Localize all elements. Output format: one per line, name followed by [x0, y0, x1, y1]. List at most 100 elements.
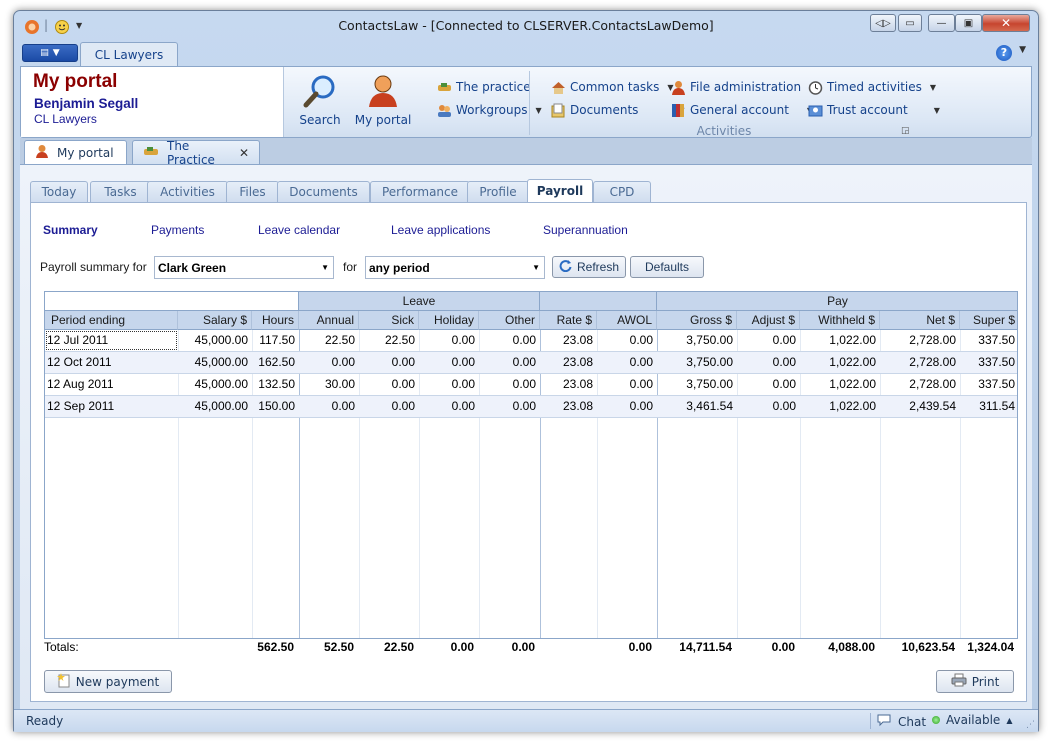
- tab-performance[interactable]: Performance: [370, 181, 470, 202]
- table-row[interactable]: 12 Aug 2011 45,000.00 132.50 30.00 0.00 …: [45, 374, 1017, 396]
- new-document-icon: [56, 672, 71, 691]
- person-select[interactable]: Clark Green ▼: [154, 256, 334, 279]
- dialog-launcher-icon[interactable]: ◲: [901, 126, 910, 136]
- col-annual[interactable]: Annual: [299, 311, 359, 330]
- period-select[interactable]: any period ▼: [365, 256, 545, 279]
- workgroups-button[interactable]: Workgroups ▼: [437, 100, 542, 120]
- help-icon[interactable]: ?: [996, 45, 1012, 61]
- total-awol: 0.00: [628, 640, 652, 654]
- sub-link-summary[interactable]: Summary: [43, 223, 98, 237]
- tab-activities[interactable]: Activities: [147, 181, 228, 202]
- table-row[interactable]: 12 Jul 2011 45,000.00 117.50 22.50 22.50…: [45, 330, 1017, 352]
- col-awol[interactable]: AWOL: [597, 311, 657, 330]
- timed-activities-button[interactable]: Timed activities ▼: [808, 77, 936, 97]
- tab-tasks[interactable]: Tasks: [90, 181, 151, 202]
- content-area: Today Tasks Activities Files Documents P…: [20, 164, 1032, 709]
- cell-period-ending[interactable]: 12 Sep 2011: [45, 396, 178, 417]
- close-icon[interactable]: ✕: [239, 146, 249, 160]
- my-portal-button[interactable]: My portal: [354, 71, 412, 133]
- chevron-down-icon[interactable]: ▼: [1019, 45, 1026, 55]
- presence-button[interactable]: Available ▲: [932, 713, 1012, 727]
- restore-layout-button[interactable]: ◁▷: [870, 14, 896, 32]
- cell-period-ending[interactable]: 12 Jul 2011: [45, 330, 178, 351]
- file-administration-button[interactable]: File administration ▼: [671, 77, 815, 97]
- col-gross[interactable]: Gross $: [657, 311, 737, 330]
- maximize-button[interactable]: ▣: [955, 14, 982, 32]
- menu-icon: ▤: [40, 48, 49, 58]
- cell-withheld: 1,022.00: [829, 355, 876, 369]
- sub-link-leave-calendar[interactable]: Leave calendar: [258, 223, 340, 237]
- col-salary[interactable]: Salary $: [178, 311, 252, 330]
- col-period-ending[interactable]: Period ending: [45, 311, 178, 330]
- trust-icon: [808, 103, 823, 118]
- tab-payroll[interactable]: Payroll: [527, 179, 593, 202]
- window-layout-button[interactable]: ▭: [898, 14, 922, 32]
- presence-dot-icon: [932, 716, 940, 724]
- tab-cpd[interactable]: CPD: [593, 181, 651, 202]
- trust-account-button[interactable]: Trust account ▼: [808, 100, 940, 120]
- cell-period-ending[interactable]: 12 Aug 2011: [45, 374, 178, 395]
- chevron-down-icon: ▼: [929, 82, 937, 92]
- refresh-button[interactable]: Refresh: [552, 256, 626, 278]
- col-net[interactable]: Net $: [880, 311, 960, 330]
- cell-rate: 23.08: [562, 399, 593, 413]
- close-button[interactable]: ✕: [982, 14, 1030, 32]
- chevron-up-icon: ▲: [1006, 715, 1013, 725]
- sub-link-leave-applications[interactable]: Leave applications: [391, 223, 490, 237]
- cell-super: 337.50: [978, 377, 1015, 391]
- col-sick[interactable]: Sick: [359, 311, 419, 330]
- resize-grip-icon[interactable]: ⋰: [1026, 720, 1035, 730]
- cell-super: 337.50: [978, 355, 1015, 369]
- tab-profile[interactable]: Profile: [467, 181, 529, 202]
- tab-documents[interactable]: Documents: [277, 181, 370, 202]
- ribbon-tab-cl-lawyers[interactable]: CL Lawyers: [80, 42, 178, 67]
- cell-awol: 0.00: [629, 377, 653, 391]
- refresh-icon: [559, 259, 572, 275]
- the-practice-button[interactable]: The practice: [437, 77, 531, 97]
- col-super[interactable]: Super $: [960, 311, 1017, 330]
- minimize-button[interactable]: —: [928, 14, 955, 32]
- general-account-button[interactable]: General account ▼: [671, 100, 813, 120]
- search-button[interactable]: Search: [291, 71, 349, 133]
- cell-adjust: 0.00: [772, 333, 796, 347]
- workgroups-label: Workgroups: [456, 103, 528, 117]
- total-net: 10,623.54: [901, 640, 955, 654]
- sub-link-superannuation[interactable]: Superannuation: [543, 223, 628, 237]
- col-withheld[interactable]: Withheld $: [800, 311, 880, 330]
- new-payment-button[interactable]: New payment: [44, 670, 172, 693]
- col-adjust[interactable]: Adjust $: [737, 311, 800, 330]
- tab-today[interactable]: Today: [30, 181, 88, 202]
- col-hours[interactable]: Hours: [252, 311, 299, 330]
- cell-sick: 0.00: [391, 399, 415, 413]
- cell-annual: 30.00: [324, 377, 355, 391]
- cell-adjust: 0.00: [772, 377, 796, 391]
- total-holiday: 0.00: [450, 640, 474, 654]
- col-holiday[interactable]: Holiday: [419, 311, 479, 330]
- defaults-button[interactable]: Defaults: [630, 256, 704, 278]
- document-tab-bar: My portal The Practice ✕: [20, 138, 1032, 167]
- application-menu-button[interactable]: ▤ ▼: [22, 44, 78, 62]
- cell-gross: 3,750.00: [686, 333, 733, 347]
- sub-link-payments[interactable]: Payments: [151, 223, 204, 237]
- cell-period-ending[interactable]: 12 Oct 2011: [45, 352, 178, 373]
- total-annual: 52.50: [323, 640, 354, 654]
- doc-tab-my-portal[interactable]: My portal: [24, 140, 127, 164]
- tab-files[interactable]: Files: [226, 181, 279, 202]
- cell-gross: 3,750.00: [686, 355, 733, 369]
- col-rate[interactable]: Rate $: [540, 311, 597, 330]
- cell-sick: 0.00: [391, 377, 415, 391]
- total-adjust: 0.00: [771, 640, 795, 654]
- chat-button[interactable]: Chat: [877, 713, 926, 730]
- doc-tab-the-practice[interactable]: The Practice ✕: [132, 139, 260, 167]
- payroll-grid: Leave Pay Period ending Salary $ Hours A…: [44, 291, 1018, 639]
- col-other[interactable]: Other: [479, 311, 540, 330]
- cell-super: 337.50: [978, 333, 1015, 347]
- print-button[interactable]: Print: [936, 670, 1014, 693]
- common-tasks-button[interactable]: Common tasks ▼: [551, 77, 674, 97]
- documents-button[interactable]: Documents ▼: [551, 100, 685, 120]
- person-icon: [671, 80, 686, 95]
- table-row[interactable]: 12 Sep 2011 45,000.00 150.00 0.00 0.00 0…: [45, 396, 1017, 418]
- table-row[interactable]: 12 Oct 2011 45,000.00 162.50 0.00 0.00 0…: [45, 352, 1017, 374]
- search-label: Search: [299, 113, 341, 127]
- cell-salary: 45,000.00: [194, 355, 248, 369]
